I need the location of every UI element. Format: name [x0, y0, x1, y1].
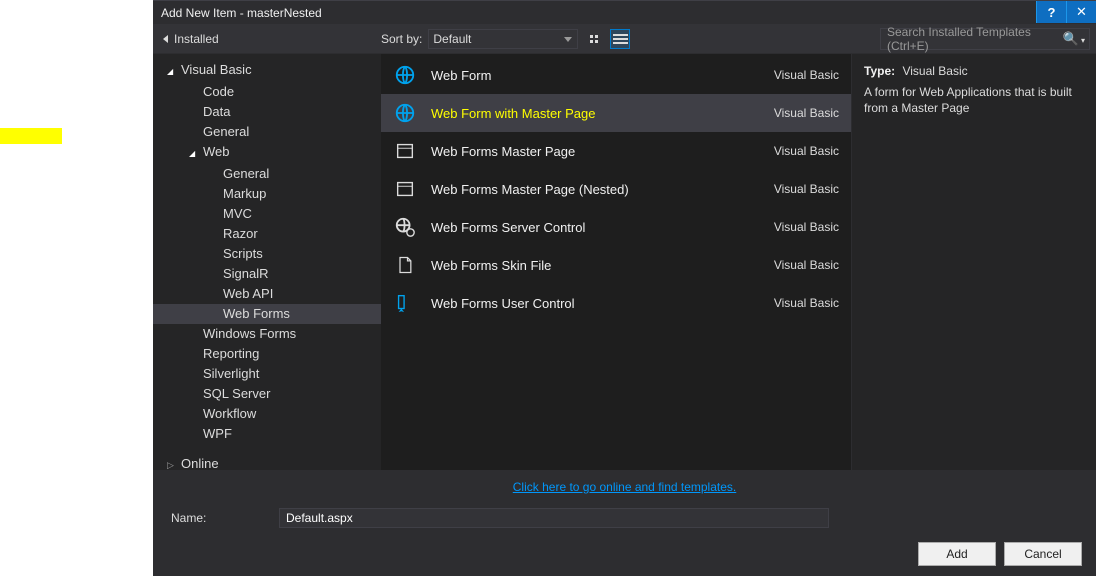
tree-visual-basic[interactable]: Visual Basic	[153, 60, 381, 82]
search-icon[interactable]: 🔍	[1063, 31, 1085, 47]
template-skin-file[interactable]: Web Forms Skin File Visual Basic	[381, 246, 851, 284]
button-row: Add Cancel	[153, 534, 1096, 576]
tree-reporting[interactable]: Reporting	[153, 344, 381, 364]
tree-workflow[interactable]: Workflow	[153, 404, 381, 424]
globe-icon	[393, 101, 417, 125]
sort-by-select[interactable]: Default	[428, 29, 578, 49]
window-title: Add New Item - masterNested	[161, 6, 322, 20]
add-button[interactable]: Add	[918, 542, 996, 566]
template-label: Web Forms User Control	[431, 296, 760, 311]
template-web-form[interactable]: Web Form Visual Basic	[381, 56, 851, 94]
search-placeholder: Search Installed Templates (Ctrl+E)	[887, 25, 1065, 53]
tree-sql-server[interactable]: SQL Server	[153, 384, 381, 404]
template-server-control[interactable]: Web Forms Server Control Visual Basic	[381, 208, 851, 246]
category-tree: Visual Basic Code Data General Web Gener…	[153, 54, 381, 470]
toolbar: Installed Sort by: Default Search Instal…	[153, 24, 1096, 54]
online-link-row: Click here to go online and find templat…	[153, 470, 1096, 502]
page-icon	[393, 177, 417, 201]
tree-silverlight[interactable]: Silverlight	[153, 364, 381, 384]
template-list: Web Form Visual Basic Web Form with Mast…	[381, 54, 851, 470]
list-icon	[613, 34, 628, 44]
name-value: Default.aspx	[286, 511, 353, 525]
cancel-button[interactable]: Cancel	[1004, 542, 1082, 566]
type-value: Visual Basic	[902, 64, 967, 78]
tree-general[interactable]: General	[153, 122, 381, 142]
detail-panel: Type: Visual Basic A form for Web Applic…	[851, 54, 1096, 470]
tree-web-markup[interactable]: Markup	[153, 184, 381, 204]
name-label: Name:	[171, 511, 279, 525]
installed-tab[interactable]: Installed	[153, 24, 229, 53]
add-new-item-dialog: Add New Item - masterNested ? ✕ Installe…	[153, 0, 1096, 576]
template-user-control[interactable]: Web Forms User Control Visual Basic	[381, 284, 851, 322]
template-web-form-master[interactable]: Web Form with Master Page Visual Basic	[381, 94, 851, 132]
online-templates-link[interactable]: Click here to go online and find templat…	[513, 480, 736, 494]
tree-data[interactable]: Data	[153, 102, 381, 122]
sort-by-label: Sort by:	[381, 32, 422, 46]
tree-web-scripts[interactable]: Scripts	[153, 244, 381, 264]
template-label: Web Form	[431, 68, 760, 83]
titlebar[interactable]: Add New Item - masterNested ? ✕	[153, 0, 1096, 24]
template-lang: Visual Basic	[774, 68, 839, 82]
pencil-icon	[393, 291, 417, 315]
template-description: A form for Web Applications that is buil…	[864, 84, 1084, 116]
globe-icon	[393, 63, 417, 87]
tree-web-razor[interactable]: Razor	[153, 224, 381, 244]
tree-wpf[interactable]: WPF	[153, 424, 381, 444]
tree-web-forms[interactable]: Web Forms	[153, 304, 381, 324]
page-icon	[393, 139, 417, 163]
template-label: Web Form with Master Page	[431, 106, 760, 121]
installed-tab-label: Installed	[174, 32, 219, 46]
tree-web-api[interactable]: Web API	[153, 284, 381, 304]
view-list-button[interactable]	[610, 29, 630, 49]
tree-web-general[interactable]: General	[153, 164, 381, 184]
collapse-icon	[163, 35, 168, 43]
template-lang: Visual Basic	[774, 106, 839, 120]
name-row: Name: Default.aspx	[153, 502, 1096, 534]
close-button[interactable]: ✕	[1066, 1, 1096, 23]
template-label: Web Forms Skin File	[431, 258, 760, 273]
tree-online[interactable]: Online	[153, 454, 381, 470]
template-lang: Visual Basic	[774, 182, 839, 196]
name-input[interactable]: Default.aspx	[279, 508, 829, 528]
template-lang: Visual Basic	[774, 220, 839, 234]
tree-windows-forms[interactable]: Windows Forms	[153, 324, 381, 344]
tree-code[interactable]: Code	[153, 82, 381, 102]
help-button[interactable]: ?	[1036, 1, 1066, 23]
template-label: Web Forms Master Page	[431, 144, 760, 159]
template-lang: Visual Basic	[774, 296, 839, 310]
type-label: Type:	[864, 64, 895, 78]
file-icon	[393, 253, 417, 277]
globe-gear-icon	[393, 215, 417, 239]
external-highlight	[0, 128, 62, 144]
template-master-page[interactable]: Web Forms Master Page Visual Basic	[381, 132, 851, 170]
search-input[interactable]: Search Installed Templates (Ctrl+E) 🔍	[880, 28, 1090, 50]
tree-web-mvc[interactable]: MVC	[153, 204, 381, 224]
view-grid-button[interactable]	[584, 29, 604, 49]
tree-web[interactable]: Web	[153, 142, 381, 164]
template-label: Web Forms Master Page (Nested)	[431, 182, 760, 197]
tree-web-signalr[interactable]: SignalR	[153, 264, 381, 284]
template-label: Web Forms Server Control	[431, 220, 760, 235]
template-lang: Visual Basic	[774, 144, 839, 158]
template-master-page-nested[interactable]: Web Forms Master Page (Nested) Visual Ba…	[381, 170, 851, 208]
template-lang: Visual Basic	[774, 258, 839, 272]
grid-icon	[590, 35, 598, 43]
sort-by-value: Default	[433, 32, 471, 46]
